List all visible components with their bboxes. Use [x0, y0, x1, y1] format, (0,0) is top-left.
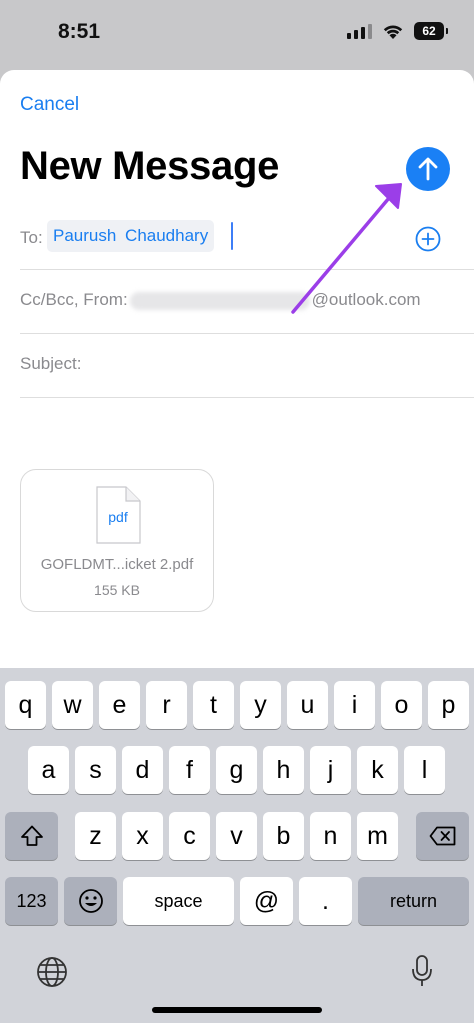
ccbcc-from-field[interactable]: Cc/Bcc, From: @outlook.com [20, 270, 474, 334]
ccbcc-prefix: Cc/Bcc, From: [20, 290, 128, 309]
shift-key[interactable] [5, 812, 58, 860]
backspace-key[interactable] [416, 812, 469, 860]
key-m[interactable]: m [357, 812, 398, 860]
return-key[interactable]: return [358, 877, 469, 925]
emoji-icon [78, 889, 103, 913]
key-g[interactable]: g [216, 746, 257, 794]
recipient-chip[interactable]: Paurush Chaudhary [47, 220, 215, 252]
key-b[interactable]: b [263, 812, 304, 860]
globe-icon[interactable] [36, 956, 68, 988]
delete-icon [429, 826, 455, 846]
key-c[interactable]: c [169, 812, 210, 860]
key-d[interactable]: d [122, 746, 163, 794]
key-n[interactable]: n [310, 812, 351, 860]
key-l[interactable]: l [404, 746, 445, 794]
key-y[interactable]: y [240, 681, 281, 729]
status-time: 8:51 [58, 20, 101, 43]
key-a[interactable]: a [28, 746, 69, 794]
key-p[interactable]: p [428, 681, 469, 729]
emoji-key[interactable] [64, 877, 117, 925]
key-i[interactable]: i [334, 681, 375, 729]
key-f[interactable]: f [169, 746, 210, 794]
arrow-up-icon [418, 157, 438, 181]
send-button[interactable] [406, 147, 450, 191]
cancel-button[interactable]: Cancel [20, 94, 79, 116]
key-j[interactable]: j [310, 746, 351, 794]
ccbcc-from-label: Cc/Bcc, From: @outlook.com [20, 290, 421, 310]
add-contact-button[interactable] [415, 226, 441, 252]
key-x[interactable]: x [122, 812, 163, 860]
pdf-file-icon: pdf [96, 486, 141, 544]
key-k[interactable]: k [357, 746, 398, 794]
page-title: New Message [20, 144, 280, 188]
ccbcc-suffix: @outlook.com [311, 290, 421, 309]
to-label: To: [20, 228, 43, 247]
key-q[interactable]: q [5, 681, 46, 729]
key-z[interactable]: z [75, 812, 116, 860]
text-cursor [231, 222, 233, 250]
key-h[interactable]: h [263, 746, 304, 794]
to-field[interactable]: To: Paurush Chaudhary [20, 206, 474, 270]
attachment-size: 155 KB [94, 582, 140, 598]
status-icons: 62 [347, 22, 448, 40]
at-key[interactable]: @ [240, 877, 293, 925]
key-t[interactable]: t [193, 681, 234, 729]
attachment-card[interactable]: pdf GOFLDMT...icket 2.pdf 155 KB [20, 469, 214, 612]
subject-field[interactable]: Subject: [20, 334, 474, 398]
status-bar: 8:51 62 [0, 0, 474, 66]
microphone-icon[interactable] [410, 954, 434, 988]
key-o[interactable]: o [381, 681, 422, 729]
attachment-name: GOFLDMT...icket 2.pdf [40, 556, 194, 573]
home-indicator [152, 1007, 322, 1013]
battery-level: 62 [422, 24, 436, 38]
battery-icon: 62 [414, 22, 448, 40]
numbers-key[interactable]: 123 [5, 877, 58, 925]
key-v[interactable]: v [216, 812, 257, 860]
key-u[interactable]: u [287, 681, 328, 729]
dot-key[interactable]: . [299, 877, 352, 925]
shift-icon [20, 825, 43, 846]
wifi-icon [383, 24, 403, 39]
key-w[interactable]: w [52, 681, 93, 729]
space-key[interactable]: space [123, 877, 234, 925]
keyboard: qwertyuiop asdfghjkl zxcvbnm 123 space @… [0, 668, 474, 1023]
pdf-icon-label: pdf [108, 509, 128, 525]
redacted-email [129, 291, 310, 310]
cellular-signal-icon [347, 23, 372, 39]
key-s[interactable]: s [75, 746, 116, 794]
key-e[interactable]: e [99, 681, 140, 729]
key-r[interactable]: r [146, 681, 187, 729]
subject-label: Subject: [20, 354, 82, 373]
